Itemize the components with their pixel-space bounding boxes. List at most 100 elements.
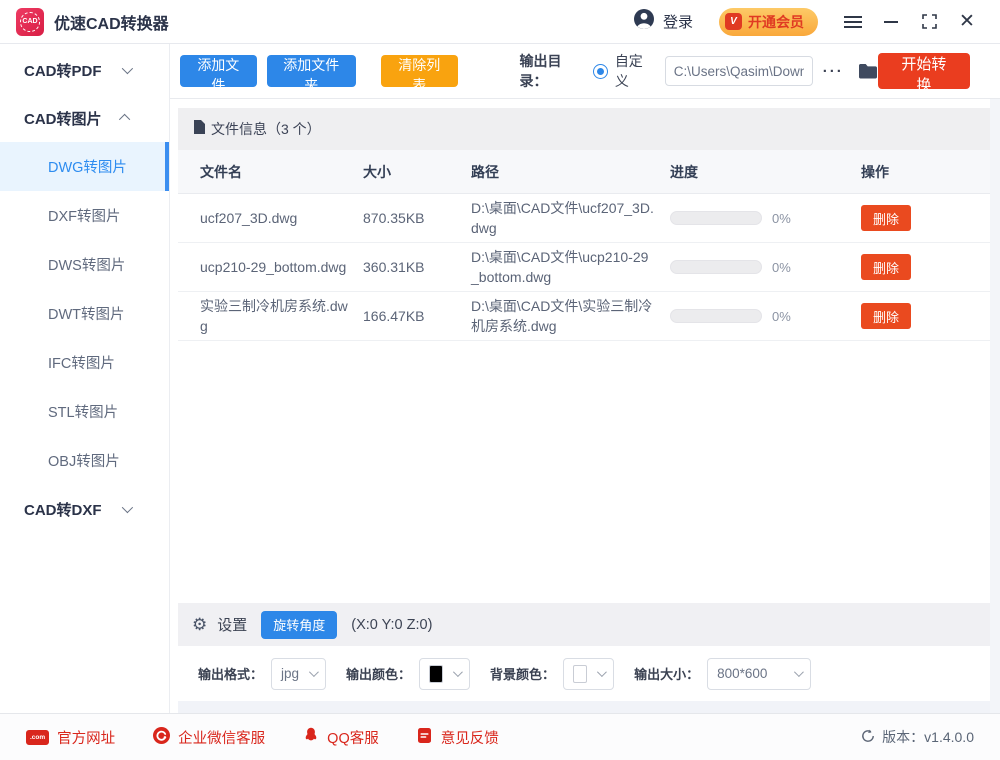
start-convert-button[interactable]: 开始转换 — [878, 53, 970, 89]
settings-label: 设置 — [217, 614, 247, 635]
file-path: D:\桌面\CAD文件\ucf207_3D.dwg — [471, 198, 670, 238]
table-row: ucf207_3D.dwg 870.35KB D:\桌面\CAD文件\ucf20… — [178, 194, 990, 243]
open-folder-icon[interactable] — [858, 63, 878, 79]
menu-icon[interactable] — [840, 9, 866, 35]
file-path: D:\桌面\CAD文件\ucp210-29_bottom.dwg — [471, 247, 670, 287]
file-size: 166.47KB — [363, 308, 471, 324]
output-format-value: jpg — [281, 666, 299, 681]
file-name: ucp210-29_bottom.dwg — [178, 257, 363, 277]
output-size-select[interactable]: 800*600 — [707, 658, 811, 690]
official-website-link[interactable]: .com 官方网址 — [26, 727, 115, 748]
file-info-title: 文件信息（3 个） — [211, 119, 321, 139]
browse-ellipsis-button[interactable]: ··· — [823, 63, 844, 80]
output-color-select[interactable] — [419, 658, 470, 690]
wechat-icon — [153, 727, 170, 748]
sidebar: CAD转PDF CAD转图片 DWG转图片 DXF转图片 DWS转图片 DWT转… — [0, 44, 170, 713]
file-size: 360.31KB — [363, 259, 471, 275]
footer-link-label: 官方网址 — [57, 727, 115, 748]
chevron-down-icon — [121, 502, 132, 513]
sidebar-item-dwg-to-image[interactable]: DWG转图片 — [0, 142, 169, 191]
app-logo-icon: CAD — [16, 8, 44, 36]
bottom-gap — [178, 701, 990, 713]
rotate-angle-button[interactable]: 旋转角度 — [261, 611, 337, 639]
output-format-select[interactable]: jpg — [271, 658, 326, 690]
chevron-down-icon — [309, 667, 319, 677]
close-button[interactable]: ✕ — [954, 9, 980, 35]
output-path-input[interactable] — [665, 56, 813, 86]
titlebar: CAD 优速CAD转换器 登录 V 开通会员 ✕ — [0, 0, 1000, 44]
chevron-down-icon — [453, 667, 463, 677]
settings-bar: ⚙ 设置 旋转角度 (X:0 Y:0 Z:0) — [178, 603, 990, 646]
table-row: 实验三制冷机房系统.dwg 166.47KB D:\桌面\CAD文件\实验三制冷… — [178, 292, 990, 341]
footer: .com 官方网址 企业微信客服 QQ客服 意见反馈 版本：v1.4.0.0 — [0, 713, 1000, 760]
sidebar-group-label: CAD转图片 — [24, 108, 102, 129]
login-label: 登录 — [663, 11, 693, 32]
wechat-support-link[interactable]: 企业微信客服 — [153, 727, 265, 748]
sidebar-item-stl-to-image[interactable]: STL转图片 — [0, 387, 169, 436]
sidebar-group-cad-to-pdf[interactable]: CAD转PDF — [0, 46, 169, 94]
sidebar-item-dws-to-image[interactable]: DWS转图片 — [0, 240, 169, 289]
sidebar-item-dwt-to-image[interactable]: DWT转图片 — [0, 289, 169, 338]
clear-list-button[interactable]: 清除列表 — [381, 55, 458, 87]
app-title: 优速CAD转换器 — [54, 10, 169, 34]
column-header-path: 路径 — [471, 162, 670, 182]
output-dir-label: 输出目录： — [520, 51, 583, 91]
sidebar-group-label: CAD转PDF — [24, 60, 102, 81]
file-info-bar: 文件信息（3 个） — [178, 108, 990, 150]
app-window: CAD 优速CAD转换器 登录 V 开通会员 ✕ — [0, 0, 1000, 760]
column-header-name: 文件名 — [178, 162, 363, 182]
app-logo-text: CAD — [20, 12, 40, 32]
delete-button[interactable]: 删除 — [861, 303, 911, 329]
vip-label: 开通会员 — [748, 12, 804, 32]
column-header-action: 操作 — [861, 162, 990, 182]
progress-bar — [670, 211, 762, 225]
output-options-row: 输出格式： jpg 输出颜色： 背景颜色： — [178, 646, 990, 701]
add-file-button[interactable]: 添加文件 — [180, 55, 257, 87]
delete-button[interactable]: 删除 — [861, 254, 911, 280]
open-vip-button[interactable]: V 开通会员 — [719, 8, 818, 36]
version-info: 版本：v1.4.0.0 — [861, 727, 974, 747]
sidebar-item-label: DWS转图片 — [48, 254, 125, 275]
minimize-button[interactable] — [878, 9, 904, 35]
chevron-down-icon — [597, 667, 607, 677]
toolbar: 添加文件 添加文件夹 清除列表 输出目录： 自定义 ··· 开始转换 — [170, 44, 1000, 99]
bg-color-select[interactable] — [563, 658, 614, 690]
table-row: ucp210-29_bottom.dwg 360.31KB D:\桌面\CAD文… — [178, 243, 990, 292]
output-format-label: 输出格式： — [198, 664, 263, 683]
custom-dir-radio[interactable] — [593, 64, 608, 79]
sidebar-item-dxf-to-image[interactable]: DXF转图片 — [0, 191, 169, 240]
progress-label: 0% — [772, 260, 791, 275]
output-color-swatch — [429, 665, 443, 683]
sidebar-item-obj-to-image[interactable]: OBJ转图片 — [0, 436, 169, 485]
document-icon — [194, 120, 205, 139]
custom-dir-label: 自定义 — [615, 51, 653, 91]
sidebar-group-cad-to-image[interactable]: CAD转图片 — [0, 94, 169, 142]
add-folder-button[interactable]: 添加文件夹 — [267, 55, 356, 87]
login-button[interactable]: 登录 — [633, 8, 693, 35]
feedback-link[interactable]: 意见反馈 — [417, 727, 499, 748]
maximize-button[interactable] — [916, 9, 942, 35]
sidebar-item-label: STL转图片 — [48, 401, 118, 422]
chevron-up-icon — [118, 114, 129, 125]
chevron-down-icon — [794, 667, 804, 677]
sidebar-item-label: IFC转图片 — [48, 352, 115, 373]
gear-icon: ⚙ — [192, 616, 207, 633]
sidebar-group-cad-to-dxf[interactable]: CAD转DXF — [0, 485, 169, 533]
file-panel: 文件信息（3 个） 文件名 大小 路径 进度 操作 ucf207_3D.dwg … — [178, 108, 990, 713]
sidebar-item-ifc-to-image[interactable]: IFC转图片 — [0, 338, 169, 387]
delete-button[interactable]: 删除 — [861, 205, 911, 231]
qq-support-link[interactable]: QQ客服 — [303, 727, 379, 748]
empty-file-list-area — [178, 341, 990, 603]
app-body: CAD转PDF CAD转图片 DWG转图片 DXF转图片 DWS转图片 DWT转… — [0, 44, 1000, 713]
footer-link-label: 意见反馈 — [441, 727, 499, 748]
chevron-down-icon — [121, 63, 132, 74]
sidebar-group-label: CAD转DXF — [24, 499, 102, 520]
scroll-gutter — [990, 99, 1000, 713]
sidebar-item-label: DWT转图片 — [48, 303, 125, 324]
output-color-label: 输出颜色： — [346, 664, 411, 683]
file-name: 实验三制冷机房系统.dwg — [178, 296, 363, 336]
rotation-values: (X:0 Y:0 Z:0) — [351, 617, 432, 633]
output-size-label: 输出大小： — [634, 664, 699, 683]
vip-icon: V — [725, 13, 742, 30]
file-path: D:\桌面\CAD文件\实验三制冷机房系统.dwg — [471, 296, 670, 336]
